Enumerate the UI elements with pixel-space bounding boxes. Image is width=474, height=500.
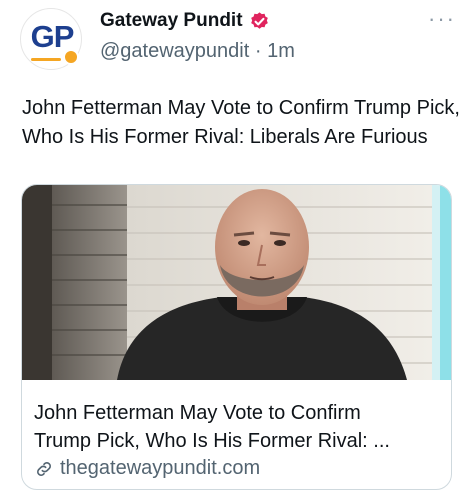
author-name-row[interactable]: Gateway Pundit	[100, 10, 270, 32]
tweet-text: John Fetterman May Vote to Confirm Trump…	[22, 97, 460, 148]
link-card[interactable]: John Fetterman May Vote to Confirm Trump…	[21, 184, 452, 490]
link-card-domain-row[interactable]: thegatewaypundit.com	[34, 457, 260, 480]
meta-separator: ·	[254, 40, 262, 62]
author-display-name[interactable]: Gateway Pundit	[100, 10, 243, 32]
link-card-domain: thegatewaypundit.com	[60, 457, 261, 479]
more-options-icon[interactable]: ···	[428, 6, 456, 32]
tweet-time[interactable]: 1m	[267, 40, 295, 62]
link-card-title[interactable]: John Fetterman May Vote to Confirm Trump…	[34, 399, 434, 455]
author-handle[interactable]: @gatewaypundit	[100, 40, 249, 62]
author-meta: @gatewaypundit · 1m	[100, 40, 295, 63]
card-photo-illustration	[22, 185, 451, 380]
link-card-title-line1: John Fetterman May Vote to Confirm	[34, 402, 361, 424]
avatar-badge-icon	[63, 49, 79, 65]
link-icon	[37, 461, 51, 476]
link-card-image[interactable]	[22, 185, 451, 380]
avatar-logo-underline	[31, 58, 61, 61]
link-card-title-line2: Trump Pick, Who Is His Former Rival: ...	[34, 430, 390, 452]
verified-badge-icon	[250, 11, 268, 29]
avatar[interactable]: GP	[20, 8, 82, 70]
